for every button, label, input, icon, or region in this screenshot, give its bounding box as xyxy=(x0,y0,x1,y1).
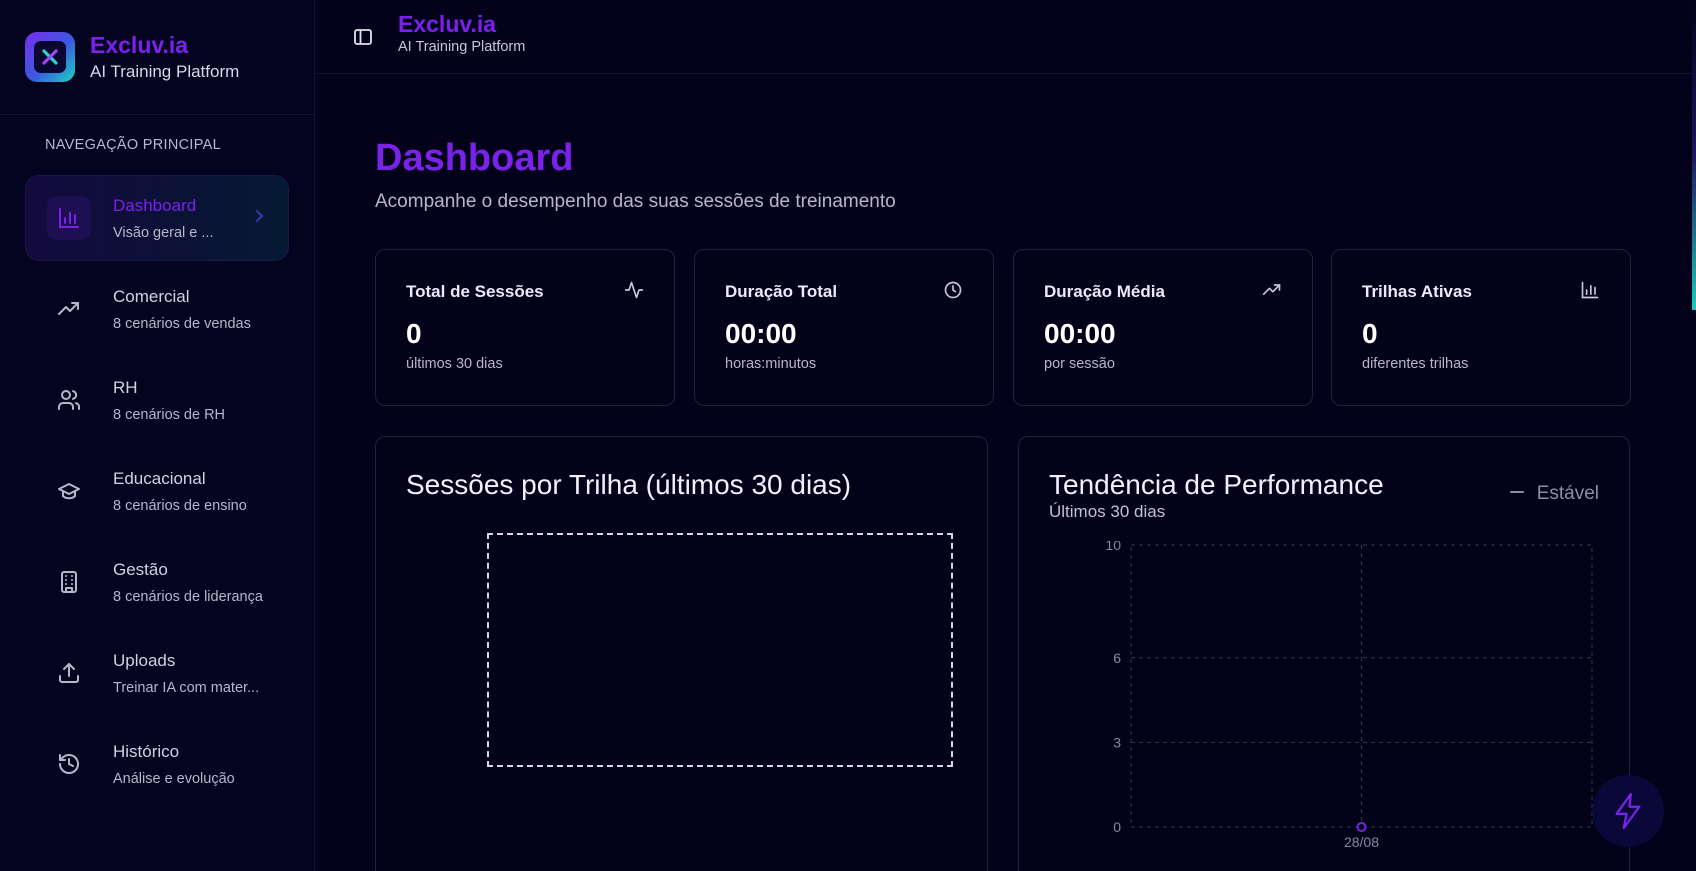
activity-icon xyxy=(624,280,644,305)
stat-value: 00:00 xyxy=(1044,318,1116,349)
sidebar-item-desc: Treinar IA com mater... xyxy=(113,680,260,696)
sidebar-item-dashboard[interactable]: Dashboard Visão geral e ... xyxy=(25,175,289,261)
sidebar-item-desc: 8 cenários de ensino xyxy=(113,498,247,514)
stat-label: Trilhas Ativas xyxy=(1362,282,1472,301)
trend-indicator: Estável xyxy=(1509,483,1599,505)
stat-card-average-duration: Duração Média 00:00 por sessão xyxy=(1013,249,1313,406)
stat-note: diferentes trilhas xyxy=(1362,356,1469,372)
sidebar: Excluv.ia AI Training Platform NAVEGAÇÃO… xyxy=(0,0,315,871)
stats-row: Total de Sessões 0 últimos 30 dias Duraç… xyxy=(375,249,1631,406)
nav-section-title: NAVEGAÇÃO PRINCIPAL xyxy=(45,137,221,153)
lightning-icon xyxy=(1615,792,1641,830)
page-subtitle: Acompanhe o desempenho das suas sessões … xyxy=(375,191,896,212)
header-brand-subtitle: AI Training Platform xyxy=(398,38,526,55)
stat-value: 00:00 xyxy=(725,318,797,349)
sidebar-item-label: Gestão xyxy=(113,560,168,579)
brand-subtitle: AI Training Platform xyxy=(90,62,240,81)
performance-line-chart: 0 3 6 10 28/08 xyxy=(1105,541,1593,850)
stat-card-total-duration: Duração Total 00:00 horas:minutos xyxy=(694,249,994,406)
clock-icon xyxy=(943,280,963,305)
trending-up-icon xyxy=(47,287,91,331)
stat-value: 0 xyxy=(406,318,422,349)
sidebar-item-label: Uploads xyxy=(113,651,176,670)
sidebar-item-uploads[interactable]: Uploads Treinar IA com mater... xyxy=(25,630,289,716)
sessions-by-track-panel: Sessões por Trilha (últimos 30 dias) xyxy=(375,436,988,871)
sidebar-item-desc: 8 cenários de vendas xyxy=(113,316,251,332)
bar-chart-icon xyxy=(47,196,91,240)
sidebar-item-label: Comercial xyxy=(113,287,190,306)
trend-label: Estável xyxy=(1536,483,1599,504)
sidebar-item-desc: Análise e evolução xyxy=(113,771,235,787)
chart-y-tick-label: 6 xyxy=(1113,650,1121,666)
sidebar-toggle-button[interactable] xyxy=(352,26,374,48)
stat-label: Duração Média xyxy=(1044,282,1165,301)
chart-y-tick-label: 10 xyxy=(1105,541,1121,553)
trending-up-icon xyxy=(1262,280,1282,305)
brand-name: Excluv.ia xyxy=(90,32,189,58)
sidebar-item-gestao[interactable]: Gestão 8 cenários de liderança xyxy=(25,539,289,625)
top-header: Excluv.ia AI Training Platform xyxy=(315,0,1696,74)
sidebar-item-label: Dashboard xyxy=(113,196,197,215)
chart-y-tick-label: 0 xyxy=(1113,819,1121,835)
stat-card-total-sessions: Total de Sessões 0 últimos 30 dias xyxy=(375,249,675,406)
brand-logo[interactable] xyxy=(25,32,75,82)
page-title: Dashboard xyxy=(375,137,574,179)
stat-value: 0 xyxy=(1362,318,1378,349)
sidebar-item-label: RH xyxy=(113,378,138,397)
sidebar-item-desc: 8 cenários de RH xyxy=(113,407,226,423)
stat-card-active-tracks: Trilhas Ativas 0 diferentes trilhas xyxy=(1331,249,1631,406)
page-heading: Dashboard Acompanhe o desempenho das sua… xyxy=(375,135,1630,213)
sidebar-item-educacional[interactable]: Educacional 8 cenários de ensino xyxy=(25,448,289,534)
users-icon xyxy=(47,378,91,422)
empty-chart-placeholder xyxy=(487,533,953,767)
chart-data-point xyxy=(1356,822,1367,832)
chart-y-tick-label: 3 xyxy=(1113,734,1121,750)
sidebar-item-label: Histórico xyxy=(113,742,180,761)
chart-x-tick-label: 28/08 xyxy=(1344,834,1379,850)
stat-note: últimos 30 dias xyxy=(406,356,503,372)
panel-title: Tendência de Performance xyxy=(1049,469,1384,500)
sidebar-item-comercial[interactable]: Comercial 8 cenários de vendas xyxy=(25,266,289,352)
minus-icon xyxy=(1509,484,1525,505)
upload-icon xyxy=(47,651,91,695)
scrollbar[interactable] xyxy=(1692,0,1696,310)
stat-label: Total de Sessões xyxy=(406,282,544,301)
sidebar-item-rh[interactable]: RH 8 cenários de RH xyxy=(25,357,289,443)
header-brand-name: Excluv.ia xyxy=(398,10,497,37)
stat-note: horas:minutos xyxy=(725,356,817,372)
building-icon xyxy=(47,560,91,604)
bar-chart-icon xyxy=(1580,280,1600,305)
sidebar-item-historico[interactable]: Histórico Análise e evolução xyxy=(25,721,289,807)
x-logo-icon xyxy=(42,49,58,65)
sidebar-item-label: Educacional xyxy=(113,469,206,488)
stat-note: por sessão xyxy=(1044,356,1115,372)
panel-left-icon xyxy=(354,28,372,45)
stat-label: Duração Total xyxy=(725,282,838,301)
sidebar-item-desc: Visão geral e ... xyxy=(113,225,214,241)
sidebar-item-desc: 8 cenários de liderança xyxy=(113,589,263,605)
panel-subtitle: Últimos 30 dias xyxy=(1049,502,1166,521)
panel-title: Sessões por Trilha (últimos 30 dias) xyxy=(406,469,852,500)
main-navigation: Dashboard Visão geral e ... Comercial 8 … xyxy=(0,175,314,807)
graduation-cap-icon xyxy=(47,469,91,513)
history-icon xyxy=(47,742,91,786)
performance-trend-panel: Tendência de Performance Últimos 30 dias… xyxy=(1018,436,1630,871)
sidebar-brand: Excluv.ia AI Training Platform xyxy=(0,0,314,115)
chevron-right-icon xyxy=(251,208,267,229)
quick-action-button[interactable] xyxy=(1592,775,1664,847)
